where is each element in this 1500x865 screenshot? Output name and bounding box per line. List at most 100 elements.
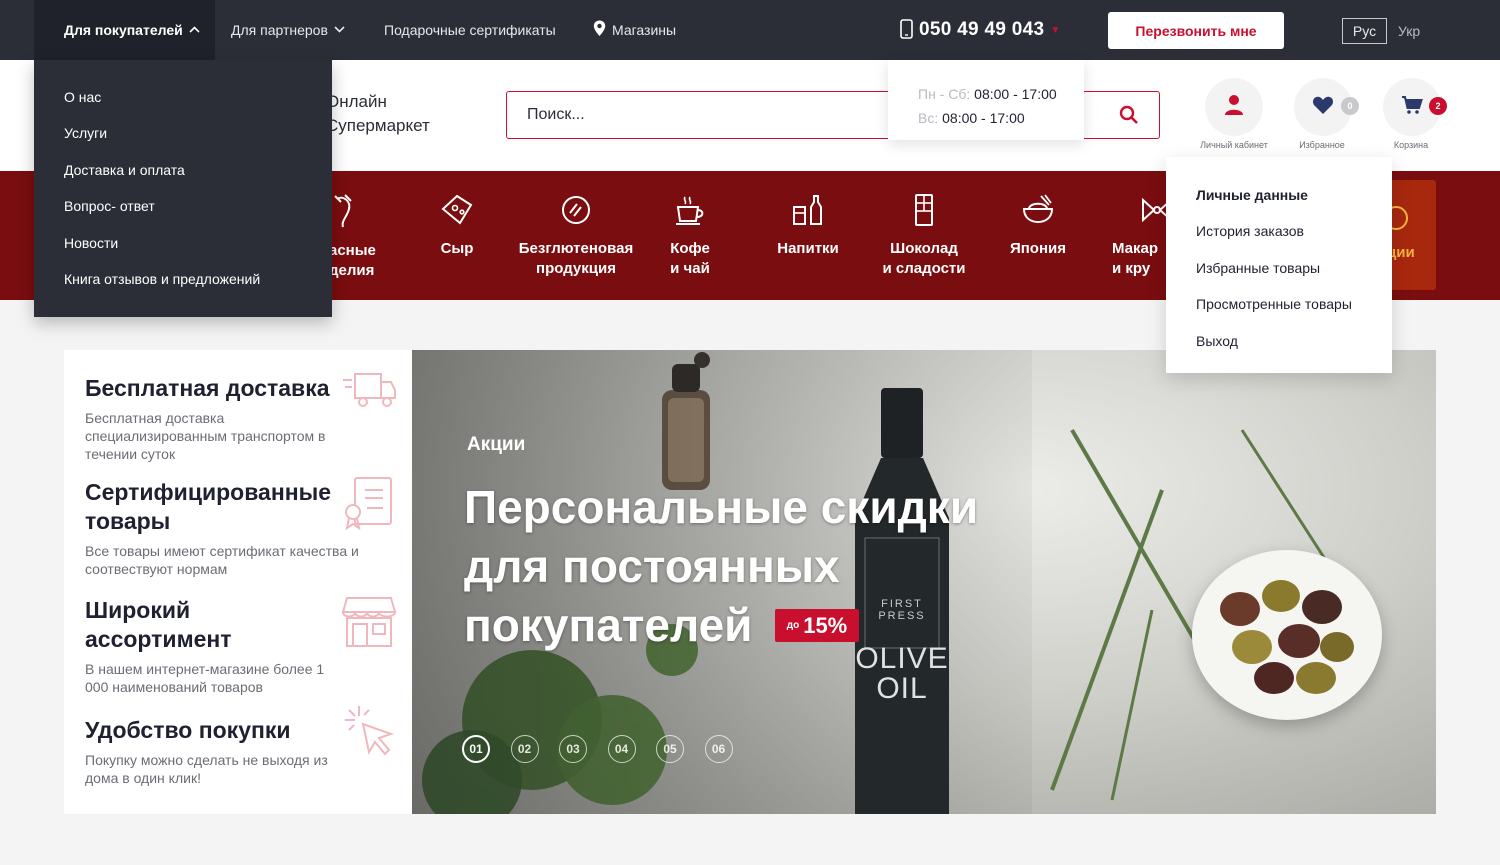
slide-dot[interactable]: 05 <box>656 735 684 763</box>
nav-for-buyers[interactable]: Для покупателей <box>34 0 215 60</box>
search-input[interactable]: Поиск... <box>527 106 585 124</box>
slider-pagination: 01 02 03 04 05 06 <box>462 735 733 763</box>
language-uk[interactable]: Укр <box>1398 18 1420 44</box>
feature-title: Широкий ассортимент <box>85 597 232 652</box>
bottles-icon <box>765 193 851 227</box>
category-coffee-tea-line2: и чай <box>670 260 710 277</box>
banner-headline-line1: Персональные скидки <box>464 481 979 533</box>
promo-banner[interactable]: FIRST PRESS OLIVE OIL Акции Персональные… <box>412 350 1436 814</box>
slide-dot[interactable]: 06 <box>704 735 733 763</box>
hours-weekday: Пн - Сб: 08:00 - 17:00 <box>918 82 1084 106</box>
banner-headline-line2: для постоянных <box>464 540 840 592</box>
menu-item-viewed-products[interactable]: Просмотренные товары <box>1166 296 1392 332</box>
slide-dot[interactable]: 04 <box>607 735 636 763</box>
olive <box>1278 624 1320 658</box>
olive <box>1262 580 1300 612</box>
menu-item-delivery-payment[interactable]: Доставка и оплата <box>34 161 332 197</box>
top-bar: Для покупателей Для партнеров Подарочные… <box>0 0 1500 60</box>
features-panel: Бесплатная доставка Бесплатная доставка … <box>64 350 412 814</box>
category-cheese-line1: Сыр <box>440 240 474 257</box>
store-icon <box>341 594 397 655</box>
favorites-label: Избранное <box>1299 140 1345 150</box>
category-coffee-tea[interactable]: Кофе и чай <box>655 171 725 300</box>
menu-item-about[interactable]: О нас <box>34 88 332 124</box>
brand-line1: Онлайн <box>326 92 387 111</box>
account-label: Личный кабинет <box>1200 140 1268 150</box>
category-drinks[interactable]: Напитки <box>765 171 851 300</box>
language-ru[interactable]: Рус <box>1342 18 1387 44</box>
menu-item-news[interactable]: Новости <box>34 234 332 270</box>
category-japan-line1: Япония <box>1009 240 1067 257</box>
banner-headline-line3: покупателей <box>464 599 753 651</box>
bread-icon <box>510 193 642 227</box>
discount-badge: до 15% <box>775 609 859 642</box>
feature-assortment: Широкий ассортимент В нашем интернет-маг… <box>85 596 405 696</box>
olive <box>1320 632 1354 662</box>
brand-text[interactable]: Онлайн Супермаркет <box>326 90 430 138</box>
nav-for-partners-label: Для партнеров <box>231 22 328 38</box>
category-japan[interactable]: Япония <box>1002 171 1074 300</box>
category-drinks-line1: Напитки <box>777 240 839 257</box>
certificate-icon <box>341 476 395 535</box>
search-icon[interactable] <box>1119 105 1139 130</box>
hours-weekday-label: Пн - Сб: <box>918 86 971 102</box>
menu-item-personal-data[interactable]: Личные данные <box>1166 187 1392 223</box>
discount-value: 15% <box>803 612 848 638</box>
feature-convenience: Удобство покупки Покупку можно сделать н… <box>85 706 405 787</box>
feature-free-delivery: Бесплатная доставка Бесплатная доставка … <box>85 373 405 463</box>
cursor-click-icon <box>341 702 397 763</box>
category-chocolate-line1: Шоколад <box>890 240 958 257</box>
account-dropdown-menu: Личные данные История заказов Избранные … <box>1166 157 1392 373</box>
hours-sunday-time: 08:00 - 17:00 <box>942 110 1025 126</box>
phone-icon <box>900 18 913 42</box>
category-cheese[interactable]: Сыр <box>417 171 497 300</box>
phone-block[interactable]: 050 49 49 043 ▼ <box>900 0 1060 60</box>
account-button[interactable] <box>1205 78 1263 136</box>
menu-item-services[interactable]: Услуги <box>34 124 332 160</box>
favorites-badge: 0 <box>1341 97 1359 115</box>
heart-icon <box>1312 95 1334 120</box>
category-meat-line1: асные <box>329 242 376 259</box>
olive-bowl-image <box>1192 550 1382 720</box>
feature-certified: Сертифицированные товары Все товары имею… <box>85 476 405 578</box>
category-chocolate[interactable]: Шоколад и сладости <box>874 171 974 300</box>
category-gluten-free[interactable]: Безглютеновая продукция <box>510 171 642 300</box>
banner-headline: Персональные скидки для постоянных покуп… <box>464 478 1024 655</box>
olive <box>1220 592 1260 626</box>
nav-stores-label: Магазины <box>612 22 677 38</box>
olive <box>1302 590 1342 624</box>
category-gluten-free-line1: Безглютеновая <box>518 240 634 257</box>
menu-item-faq[interactable]: Вопрос- ответ <box>34 197 332 233</box>
menu-item-logout[interactable]: Выход <box>1166 333 1392 369</box>
cart-label: Корзина <box>1393 140 1429 150</box>
rice-bowl-icon <box>1002 193 1074 227</box>
bottle-big-label-line2: OIL <box>876 672 928 705</box>
callback-button[interactable]: Перезвонить мне <box>1108 12 1284 49</box>
menu-item-favorite-products[interactable]: Избранные товары <box>1166 260 1392 296</box>
category-coffee-tea-line1: Кофе <box>670 240 710 257</box>
nav-gift-certificates[interactable]: Подарочные сертификаты <box>384 0 556 60</box>
menu-item-reviews[interactable]: Книга отзывов и предложений <box>34 270 332 306</box>
feature-title: Сертифицированные товары <box>85 479 332 534</box>
slide-dot[interactable]: 01 <box>462 735 490 763</box>
working-hours-popup: Пн - Сб: 08:00 - 17:00 Вс: 08:00 - 17:00 <box>888 60 1084 140</box>
category-pasta[interactable]: Макар и кру <box>1106 171 1166 300</box>
category-pasta-line1: Макар <box>1112 240 1159 257</box>
banner-tag: Акции <box>467 434 526 455</box>
slide-dot[interactable]: 02 <box>510 735 539 763</box>
hours-sunday-label: Вс: <box>918 110 939 126</box>
feature-text: Покупку можно сделать не выходя из дома … <box>85 752 328 786</box>
nav-for-partners[interactable]: Для партнеров <box>231 0 345 60</box>
nav-stores[interactable]: Магазины <box>593 0 676 60</box>
caret-down-icon: ▼ <box>1050 24 1061 36</box>
pasta-icon <box>1112 193 1166 227</box>
phone-number[interactable]: 050 49 49 043 <box>919 19 1044 41</box>
cheese-icon <box>417 193 497 227</box>
discount-prefix: до <box>786 620 800 631</box>
buyers-dropdown-menu: О нас Услуги Доставка и оплата Вопрос- о… <box>34 60 332 317</box>
feature-text: Бесплатная доставка специализированным т… <box>85 410 326 462</box>
menu-item-order-history[interactable]: История заказов <box>1166 223 1392 259</box>
slide-dot[interactable]: 03 <box>559 735 587 763</box>
map-pin-icon <box>593 20 606 40</box>
chocolate-icon <box>874 193 974 227</box>
